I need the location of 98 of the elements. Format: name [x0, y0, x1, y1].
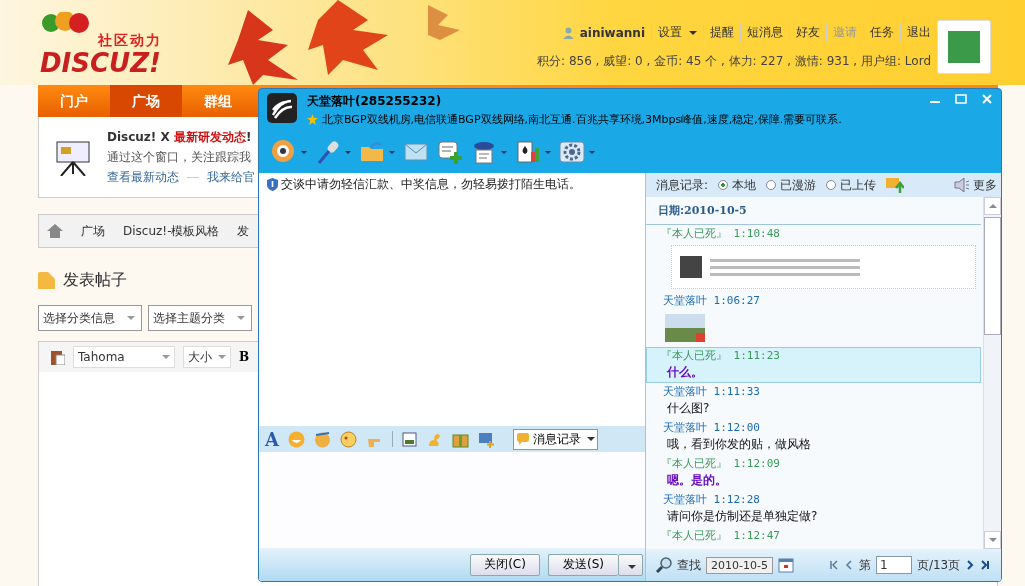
contact-avatar-icon	[267, 93, 297, 123]
date-heading: 日期:2010-10-5	[646, 197, 981, 225]
message-text: 哦，看到你发的贴，做风格	[666, 436, 812, 453]
header-link[interactable]: 任务	[863, 24, 894, 41]
history-source-radio[interactable]: 本地	[718, 176, 757, 194]
first-page-icon[interactable]	[828, 560, 839, 570]
image-icon[interactable]	[401, 431, 417, 447]
screen-capture-icon[interactable]	[477, 430, 495, 448]
header-link[interactable]: 好友	[789, 24, 820, 41]
logo-text: DISCUZ!	[40, 48, 161, 78]
send-button[interactable]: 发送(S)	[548, 553, 618, 576]
close-button[interactable]: 关闭(C)	[470, 553, 540, 576]
search-label: 查找	[677, 556, 701, 574]
font-button[interactable]: A	[265, 428, 279, 450]
message-entry[interactable]: 『本人已死』 1:11:23 什么。	[646, 347, 981, 383]
header-link[interactable]: 提醒	[703, 24, 734, 41]
user-stats: 积分: 856 , 威望: 0 , 金币: 45 个 , 体力: 227 , 激情: 931 , 用户组: Lord	[537, 53, 931, 70]
playing-cards-icon[interactable]	[515, 139, 541, 165]
notice-text: 通过这个窗口，关注跟踪我	[107, 148, 252, 166]
microphone-icon[interactable]	[315, 139, 341, 165]
message-entry[interactable]: 天堂落叶 1:11:33 什么图?	[646, 383, 981, 419]
message-entry[interactable]: 天堂落叶 1:12:28 请问你是仿制还是单独定做?	[646, 491, 981, 527]
smiley-icon[interactable]	[287, 430, 305, 448]
notice-title: Discuz! X 最新研发动态!	[107, 128, 253, 146]
message-entry[interactable]: 『本人已死』 1:12:09 嗯。是的。	[646, 455, 981, 491]
breadcrumb-link[interactable]: 发	[237, 222, 250, 240]
message-history-button[interactable]: 消息记录	[512, 428, 598, 450]
message-entry[interactable]: 天堂落叶 1:06:27	[646, 292, 981, 347]
emoticon-icon[interactable]	[313, 430, 331, 448]
message-header: 天堂落叶 1:12:28	[662, 492, 761, 507]
message-entry[interactable]: 『本人已死』 1:10:48	[646, 225, 981, 292]
message-header: 天堂落叶 1:11:33	[662, 384, 761, 399]
page-prefix: 第	[858, 556, 871, 574]
star-icon	[307, 114, 318, 125]
font-select[interactable]: Tahoma	[73, 346, 175, 368]
balloons-icon	[42, 12, 89, 33]
folder-icon	[38, 272, 55, 289]
webcam-icon[interactable]	[271, 139, 297, 165]
category-select[interactable]: 选择主题分类	[148, 305, 252, 331]
user-icon	[562, 26, 574, 39]
page-count: 页/13页	[916, 556, 961, 574]
breadcrumb-link[interactable]: Discuz!-模板风格	[123, 222, 220, 240]
send-options-button[interactable]	[618, 553, 643, 576]
message-text: 什么。	[665, 364, 704, 381]
header-link[interactable]: 设置	[651, 24, 697, 41]
message-add-icon[interactable]	[437, 139, 463, 165]
chat-bubble-icon	[515, 432, 530, 446]
message-text: 请问你是仿制还是单独定做?	[666, 508, 819, 525]
message-header: 天堂落叶 1:12:00	[662, 420, 761, 435]
wink-face-icon[interactable]	[339, 430, 357, 448]
header-link[interactable]: 退出	[900, 24, 931, 41]
projector-board-icon	[55, 138, 91, 176]
logo-tagline: 社区动力	[98, 32, 162, 50]
category-select[interactable]: 选择分类信息	[38, 305, 142, 331]
next-page-icon[interactable]	[965, 560, 976, 570]
message-header: 『本人已死』 1:12:09	[661, 456, 781, 471]
scrollbar[interactable]	[983, 197, 1001, 549]
export-icon[interactable]	[886, 177, 905, 193]
more-link[interactable]: 更多	[973, 176, 997, 194]
paste-icon[interactable]	[51, 349, 65, 365]
maximize-icon[interactable]	[955, 93, 967, 105]
home-icon[interactable]	[47, 224, 63, 238]
contact-signature: 北京BGP双线机房,电信联通BGP双线网络,南北互通.百兆共享环境,3Mbps峰值,速度,稳定,保障.需要可联系.	[322, 112, 842, 127]
username-link[interactable]: ainiwanni	[579, 25, 645, 40]
breadcrumb-link[interactable]: 广场	[81, 222, 105, 240]
size-select[interactable]: 大小	[183, 346, 231, 368]
message-text: 嗯。是的。	[666, 472, 728, 489]
message-entry[interactable]: 天堂落叶 1:12:00 哦，看到你发的贴，做风格	[646, 419, 981, 455]
avatar-placeholder	[937, 20, 991, 74]
search-icon[interactable]	[656, 557, 672, 573]
notice-link[interactable]: 查看最新动态	[107, 168, 179, 186]
notice-link[interactable]: 我来给官	[207, 168, 255, 186]
date-field[interactable]: 2010-10-5	[706, 556, 773, 574]
shield-icon	[267, 178, 278, 191]
calendar-icon[interactable]	[777, 557, 794, 573]
previous-page-icon[interactable]	[843, 560, 854, 570]
nav-tab[interactable]: 广场	[110, 85, 182, 117]
contact-card-icon[interactable]	[471, 139, 497, 165]
message-header: 『本人已死』 1:11:23	[661, 348, 781, 363]
broken-image-placeholder	[665, 314, 705, 342]
message-entry[interactable]: 『本人已死』 1:12:47	[646, 527, 981, 544]
header-link[interactable]: 短消息	[740, 24, 783, 41]
message-header: 天堂落叶 1:06:27	[662, 293, 761, 308]
last-page-icon[interactable]	[980, 560, 991, 570]
message-text: 什么图?	[666, 400, 711, 417]
speaker-icon[interactable]	[954, 178, 970, 192]
settings-icon[interactable]	[559, 139, 585, 165]
history-source-radio[interactable]: 已上传	[826, 176, 877, 194]
history-source-radio[interactable]: 已漫游	[766, 176, 817, 194]
page-heading: 发表帖子	[63, 270, 127, 291]
message-header: 『本人已死』 1:12:47	[661, 528, 781, 543]
page-field[interactable]: 1	[875, 556, 912, 574]
close-icon[interactable]	[981, 93, 993, 105]
history-label: 消息记录:	[656, 176, 709, 194]
message-header: 『本人已死』 1:10:48	[661, 226, 781, 241]
security-warning: 交谈中请勿轻信汇款、中奖信息，勿轻易拨打陌生电话。	[259, 173, 645, 196]
bold-button[interactable]: B	[239, 350, 250, 364]
contact-name: 天堂落叶(285255232)	[307, 93, 443, 110]
